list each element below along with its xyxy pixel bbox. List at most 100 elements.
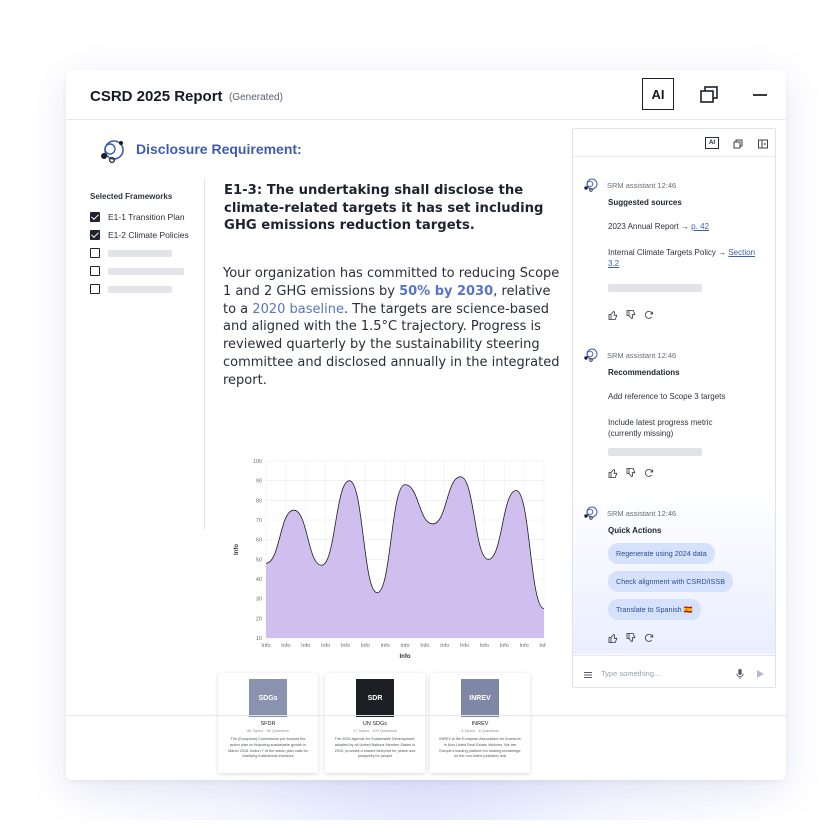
thumbs-up-icon[interactable] [608,465,618,478]
bottom-divider [66,715,786,716]
message-title: Recommendations [608,368,680,377]
x-tick-label: Info [261,643,270,649]
emissions-chart: 10 20 30 40 50 60 70 80 90 100 Info Info Info Info Inf… [226,453,549,665]
x-tick-label: Info [400,643,409,649]
restore-icon[interactable] [732,137,744,149]
card-meta: 86 Topics · 98 Questions [247,729,289,733]
y-tick-label: 40 [256,577,262,583]
checkbox-unchecked[interactable] [90,284,100,294]
assistant-message-sources: SRM assistant 12:46 Suggested sources 20… [583,177,771,320]
source-line: Internal Climate Targets Policy → Sectio… [608,247,758,270]
x-tick-label: Info [341,643,350,649]
send-icon[interactable] [755,667,765,679]
thumbs-down-icon[interactable] [626,630,636,642]
thumbs-up-icon[interactable] [608,307,618,320]
assistant-ai-button[interactable]: AI [705,137,719,149]
checkbox-unchecked[interactable] [90,248,100,258]
message-actions [608,464,771,478]
card-meta: 4 Topics · 8 Questions [461,729,499,733]
report-content: Disclosure Requirement: Selected Framewo… [66,120,566,773]
framework-item[interactable] [90,262,210,280]
framework-placeholder [108,267,184,275]
source-text: Internal Climate Targets Policy → [608,247,729,257]
y-tick-label: 90 [256,479,262,485]
loading-placeholder [608,447,702,456]
checkbox-checked[interactable] [90,212,100,222]
frameworks-heading: Selected Frameworks [90,192,173,201]
x-tick-label: Info [301,643,310,649]
x-tick-label: Info [420,643,429,649]
framework-card-inrev[interactable]: INREV INREV 4 Topics · 8 Questions INREV… [430,673,530,773]
quick-action-translate-button[interactable]: Translate to Spanish 🇪🇸 [608,599,701,620]
y-tick-label: 80 [256,498,262,504]
message-header: SRM assistant 12:46 [583,177,771,193]
framework-item[interactable]: E1-1 Transition Plan [90,208,210,226]
framework-placeholder [108,285,172,293]
disclosure-heading: Disclosure Requirement: [136,141,302,157]
thumbs-down-icon[interactable] [626,307,636,319]
checkbox-checked[interactable] [90,230,100,240]
quick-action-row: Regenerate using 2024 data [583,543,771,571]
report-subtitle: (Generated) [229,92,283,103]
assistant-message-recommendations: SRM assistant 12:46 Recommendations Add … [583,347,771,478]
regenerate-icon[interactable] [644,465,654,477]
restore-window-icon[interactable] [698,84,720,106]
checkbox-unchecked[interactable] [90,266,100,276]
thumbs-down-icon[interactable] [626,465,636,477]
x-tick-label: Info [460,643,469,649]
selected-frameworks: Selected Frameworks E1-1 Transition Plan… [90,192,210,298]
framework-item[interactable] [90,244,210,262]
framework-card-un-sdgs[interactable]: SDR UN SDGs 17 Topics · 109 Questions Th… [325,673,425,773]
message-header: SRM assistant 12:46 [583,347,771,363]
recommendation-line: Include latest progress metric (currentl… [608,417,713,439]
assistant-panel: AI SRM assistant 12:46 Suggested sources… [572,128,776,688]
framework-label: E1-2 Climate Policies [108,230,189,240]
message-header: SRM assistant 12:46 [583,505,771,521]
x-tick-label: Info [381,643,390,649]
framework-item[interactable]: E1-2 Climate Policies [90,226,210,244]
card-description: The (European) Commission put forward th… [228,737,308,759]
x-tick-label: Info [539,643,546,649]
card-description: The 2030 Agenda for Sustainable Developm… [334,737,416,759]
minimize-window-icon[interactable] [749,84,771,106]
quick-action-row: Check alignment with CSRD/ISSB [583,571,771,599]
content-divider [204,178,205,530]
card-name: SFDR [260,721,276,727]
source-link[interactable]: p. 42 [691,222,709,231]
title-bar: CSRD 2025 Report (Generated) AI [66,70,786,120]
regenerate-icon[interactable] [644,630,654,642]
message-input[interactable] [601,664,731,682]
quick-action-regenerate-button[interactable]: Regenerate using 2024 data [608,543,715,564]
quick-action-row: Translate to Spanish 🇪🇸 [583,599,771,627]
y-tick-label: 70 [256,518,262,524]
report-window: CSRD 2025 Report (Generated) AI Disclosu… [66,70,786,780]
microphone-icon[interactable] [735,667,745,679]
loading-placeholder [608,283,702,292]
x-tick-label: Info [281,643,290,649]
x-tick-label: Info [500,643,509,649]
y-tick-label: 50 [256,557,262,563]
assistant-avatar-icon [583,347,599,363]
assistant-message-quick-actions: SRM assistant 12:46 Quick Actions Regene… [583,505,771,643]
framework-card-sfdr[interactable]: SDGs SFDR 86 Topics · 98 Questions The (… [218,673,318,773]
x-axis-label: Info [400,654,411,660]
ai-toggle-button[interactable]: AI [642,78,674,110]
framework-placeholder [108,249,172,257]
message-sender: SRM assistant 12:46 [607,350,677,360]
message-title: Suggested sources [608,198,682,207]
expand-icon[interactable] [757,137,769,149]
card-image: SDR [356,679,394,717]
card-description: INREV is the European Association for In… [439,737,521,759]
message-sender: SRM assistant 12:46 [607,508,677,518]
srm-logo-icon [98,136,128,166]
quick-action-check-alignment-button[interactable]: Check alignment with CSRD/ISSB [608,571,734,592]
x-tick-label: Info [480,643,489,649]
regenerate-icon[interactable] [644,307,654,319]
thumbs-up-icon[interactable] [608,630,618,643]
card-meta: 17 Topics · 109 Questions [353,729,397,733]
message-actions [608,629,771,643]
menu-icon[interactable] [583,667,593,678]
message-actions [608,306,771,320]
assistant-avatar-icon [583,505,599,521]
framework-item[interactable] [90,280,210,298]
